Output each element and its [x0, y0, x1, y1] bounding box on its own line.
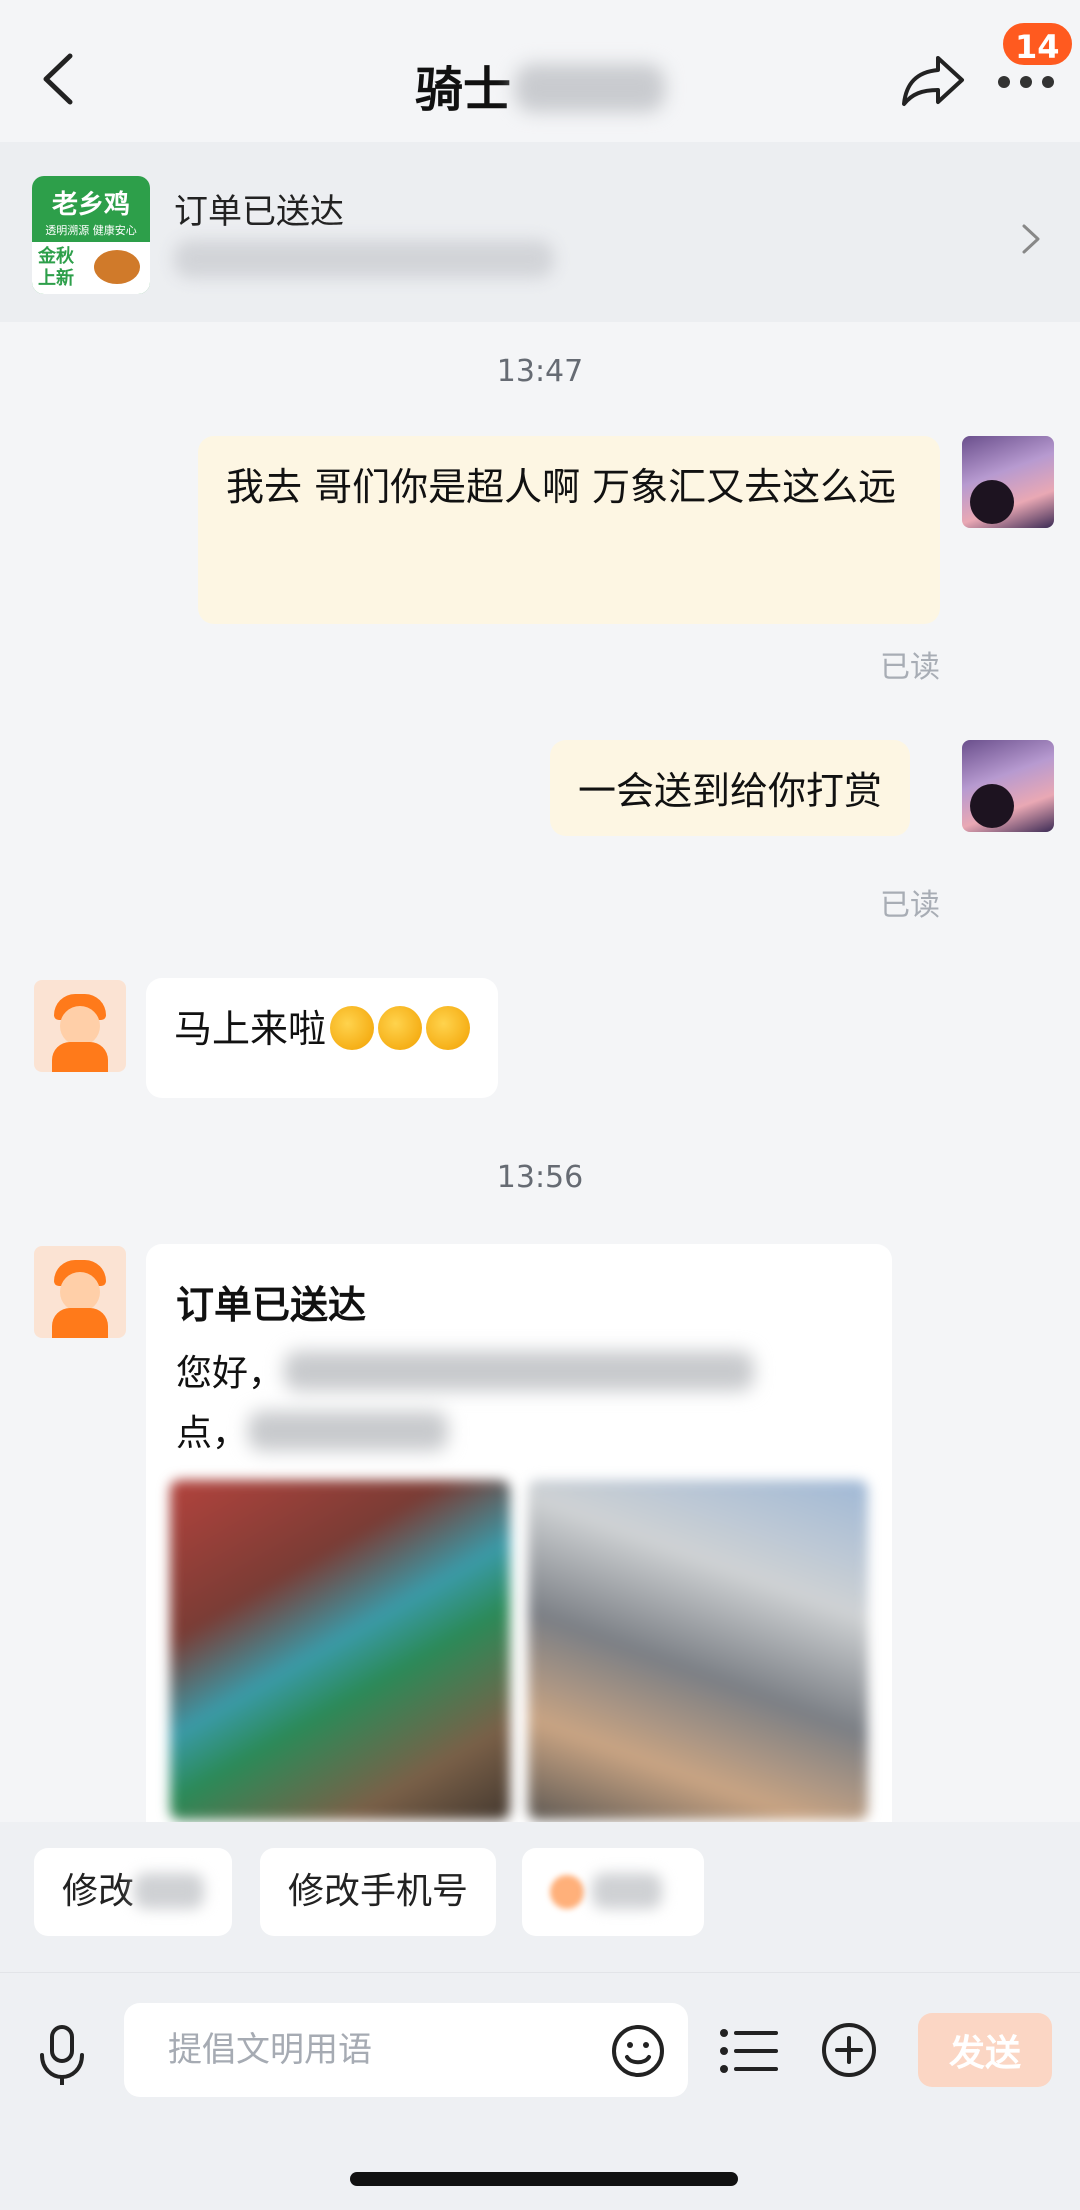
store-logo-promo: 金秋上新 — [38, 246, 74, 289]
food-image — [94, 250, 140, 284]
quick-reply-change-phone[interactable]: 修改手机号 — [260, 1848, 497, 1936]
thinking-emoji-icon — [378, 1006, 423, 1050]
store-logo-name: 老乡鸡 — [51, 190, 130, 220]
thinking-emoji-icon — [330, 1006, 375, 1050]
store-logo: 老乡鸡 透明溯源 健康安心 金秋上新 — [32, 176, 150, 294]
user-avatar[interactable] — [962, 740, 1054, 832]
home-indicator — [350, 2172, 738, 2186]
order-status-title: 订单已送达 — [174, 192, 344, 232]
rider-avatar[interactable] — [34, 1246, 126, 1338]
microphone-icon[interactable] — [34, 2023, 90, 2087]
blurred-text — [284, 1351, 755, 1391]
store-logo-tagline: 透明溯源 健康安心 — [45, 224, 137, 237]
top-bar: 骑士 14 — [0, 0, 1080, 142]
order-subtitle-blurred — [174, 240, 554, 278]
message-bubble-received[interactable]: 马上来啦 — [146, 978, 499, 1098]
quick-reply-more[interactable] — [522, 1848, 704, 1936]
quick-reply-change-address[interactable]: 修改 — [34, 1848, 233, 1936]
rider-avatar[interactable] — [34, 980, 126, 1072]
card-title: 订单已送达 — [176, 1283, 367, 1327]
timestamp: 13:47 — [496, 354, 584, 389]
blurred-text — [134, 1873, 205, 1909]
blurred-text — [592, 1873, 662, 1909]
quick-phrases-icon[interactable] — [718, 2025, 778, 2077]
timestamp: 13:56 — [496, 1160, 584, 1195]
message-text: 马上来啦 — [174, 1007, 327, 1051]
card-text-line2: 点， — [176, 1413, 249, 1454]
blurred-name — [515, 64, 665, 112]
emoji-icon[interactable] — [610, 2023, 666, 2079]
send-button[interactable]: 发送 — [918, 2013, 1052, 2087]
message-bubble-sent[interactable]: 我去 哥们你是超人啊 万象汇又去这么远 — [198, 436, 940, 624]
read-status: 已读 — [880, 650, 940, 685]
card-greeting: 您好， — [176, 1353, 285, 1394]
message-input[interactable] — [124, 2003, 688, 2097]
chip-label: 修改 — [62, 1871, 135, 1912]
store-logo-promo-area: 金秋上新 — [32, 242, 150, 294]
plus-icon[interactable] — [820, 2021, 878, 2079]
page-title-text: 骑士 — [414, 62, 511, 118]
delivery-card-message[interactable]: 订单已送达 您好， 点， — [146, 1244, 892, 1844]
share-icon[interactable] — [900, 52, 966, 108]
delivery-photo[interactable] — [528, 1480, 868, 1820]
orange-icon — [550, 1875, 584, 1909]
order-status-card[interactable]: 老乡鸡 透明溯源 健康安心 金秋上新 订单已送达 — [0, 142, 1080, 322]
quick-reply-bar: 修改 修改手机号 — [0, 1822, 1080, 1972]
blurred-text — [248, 1411, 449, 1451]
notification-badge: 14 — [1000, 20, 1075, 68]
card-text: 您好， 点， — [176, 1344, 816, 1464]
delivery-photo[interactable] — [170, 1480, 510, 1820]
thinking-emoji-icon — [426, 1006, 471, 1050]
user-avatar[interactable] — [962, 436, 1054, 528]
chevron-right-icon[interactable] — [1018, 222, 1042, 256]
read-status: 已读 — [880, 888, 940, 923]
message-bubble-sent[interactable]: 一会送到给你打赏 — [550, 740, 911, 836]
